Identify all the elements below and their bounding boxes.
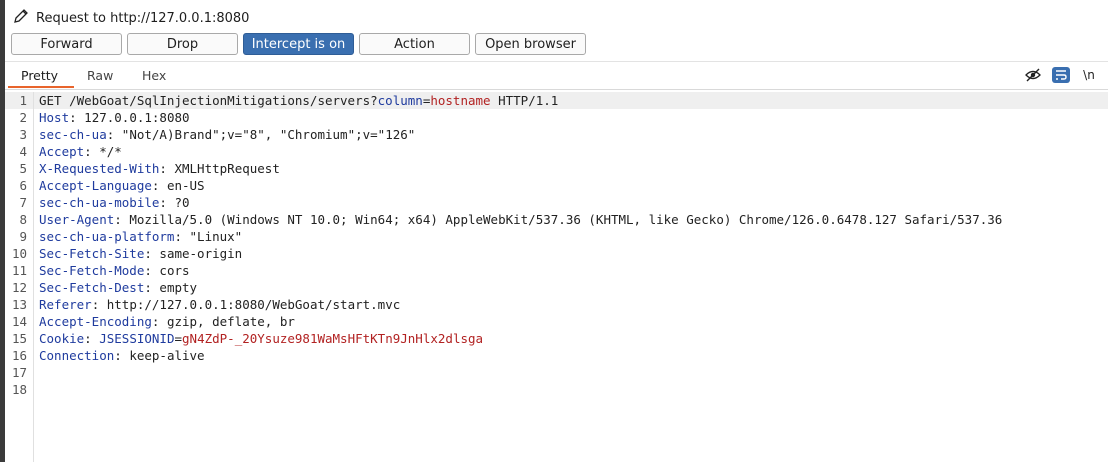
line-number: 2 — [19, 110, 27, 125]
empty-line — [39, 364, 1002, 381]
request-editor[interactable]: 1 2 3 4 5 6 7 8 9 10 11 12 13 14 15 16 1… — [5, 92, 1108, 462]
line-number: 12 — [11, 280, 27, 295]
line-number: 16 — [11, 348, 27, 363]
eye-off-icon[interactable] — [1024, 67, 1042, 83]
line-number: 8 — [19, 212, 27, 227]
tab-raw[interactable]: Raw — [87, 68, 113, 83]
open-browser-button[interactable]: Open browser — [475, 33, 586, 55]
line-number: 1 — [19, 93, 27, 108]
window-title: Request to http://127.0.0.1:8080 — [36, 10, 250, 26]
header-line: Referer: http://127.0.0.1:8080/WebGoat/s… — [39, 297, 401, 312]
line-number: 9 — [19, 229, 27, 244]
newline-toggle-icon[interactable]: \n — [1080, 67, 1098, 83]
line-number: 3 — [19, 127, 27, 142]
line-number: 10 — [11, 246, 27, 261]
header-line: User-Agent: Mozilla/5.0 (Windows NT 10.0… — [39, 212, 1003, 227]
tab-pretty[interactable]: Pretty — [21, 68, 58, 83]
drop-button[interactable]: Drop — [127, 33, 238, 55]
editor-options: \n — [1024, 67, 1098, 83]
line-number: 14 — [11, 314, 27, 329]
tab-hex[interactable]: Hex — [142, 68, 166, 83]
pencil-icon — [12, 7, 30, 29]
line-number: 17 — [11, 365, 27, 380]
cookie-line: Cookie: JSESSIONID=gN4ZdP-_20Ysuze981WaM… — [39, 331, 484, 346]
header-line: Connection: keep-alive — [39, 348, 205, 363]
intercept-toggle-button[interactable]: Intercept is on — [243, 33, 354, 55]
intercept-toolbar: Forward Drop Intercept is on Action Open… — [11, 33, 586, 55]
line-number: 5 — [19, 161, 27, 176]
request-text[interactable]: GET /WebGoat/SqlInjectionMitigations/ser… — [39, 92, 1002, 398]
line-number: 7 — [19, 195, 27, 210]
header-line: Accept-Encoding: gzip, deflate, br — [39, 314, 295, 329]
line-number: 18 — [11, 382, 27, 397]
action-button[interactable]: Action — [359, 33, 470, 55]
empty-line — [39, 381, 1002, 398]
header-line: sec-ch-ua-mobile: ?0 — [39, 195, 190, 210]
header-line: Sec-Fetch-Mode: cors — [39, 263, 190, 278]
line-gutter: 1 2 3 4 5 6 7 8 9 10 11 12 13 14 15 16 1… — [5, 92, 34, 462]
request-line: GET /WebGoat/SqlInjectionMitigations/ser… — [39, 93, 559, 108]
header-line: sec-ch-ua-platform: "Linux" — [39, 229, 243, 244]
editor-tabs: Pretty Raw Hex \n — [5, 61, 1108, 90]
active-tab-underline — [8, 86, 74, 88]
title-bar: Request to http://127.0.0.1:8080 — [12, 8, 249, 28]
line-number: 13 — [11, 297, 27, 312]
header-line: Sec-Fetch-Dest: empty — [39, 280, 198, 295]
line-number: 15 — [11, 331, 27, 346]
header-line: Host: 127.0.0.1:8080 — [39, 110, 190, 125]
header-line: Accept: */* — [39, 144, 122, 159]
header-line: Sec-Fetch-Site: same-origin — [39, 246, 243, 261]
word-wrap-icon[interactable] — [1052, 67, 1070, 83]
line-number: 4 — [19, 144, 27, 159]
header-line: Accept-Language: en-US — [39, 178, 205, 193]
line-number: 6 — [19, 178, 27, 193]
forward-button[interactable]: Forward — [11, 33, 122, 55]
line-number: 11 — [11, 263, 27, 278]
header-line: sec-ch-ua: "Not/A)Brand";v="8", "Chromiu… — [39, 127, 416, 142]
header-line: X-Requested-With: XMLHttpRequest — [39, 161, 280, 176]
